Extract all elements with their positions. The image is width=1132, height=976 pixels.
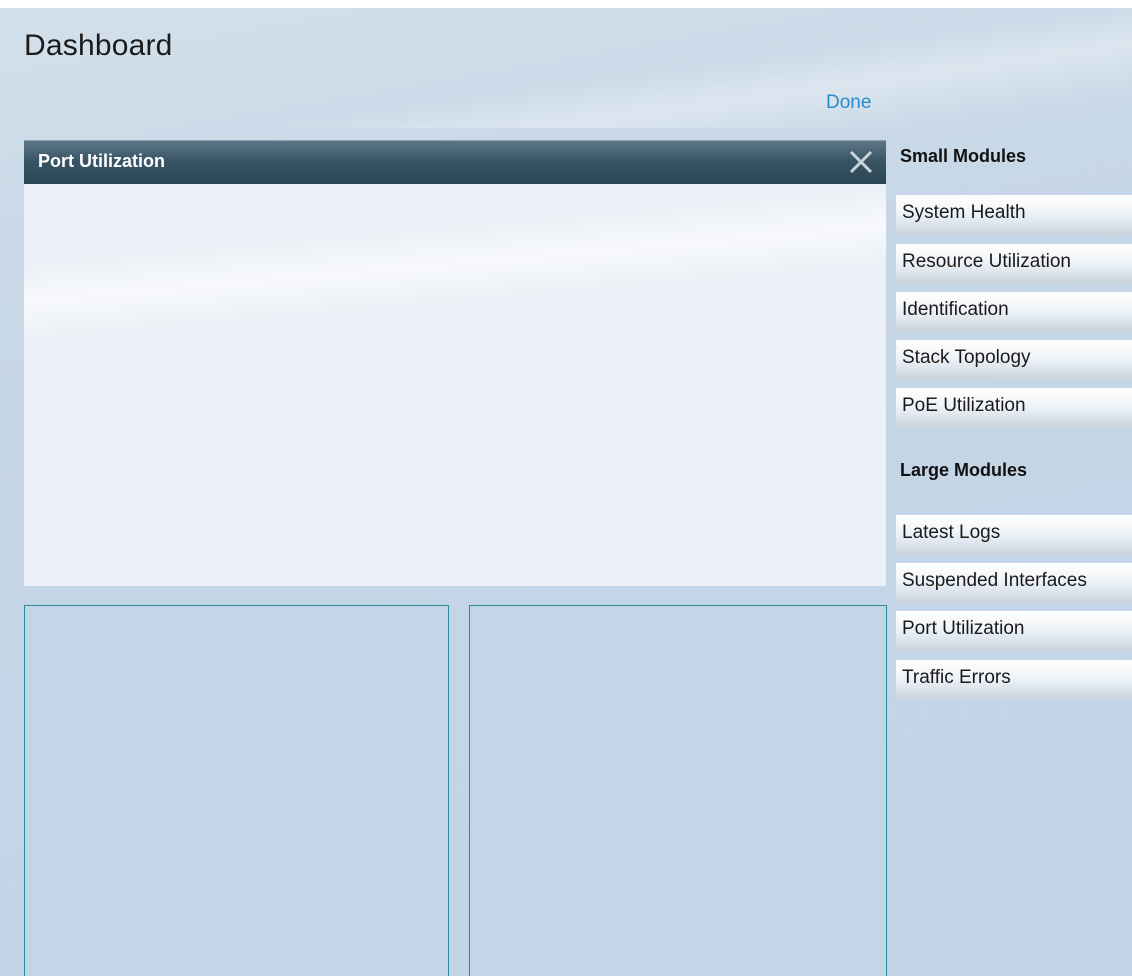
- palette-item-traffic-errors[interactable]: Traffic Errors: [896, 660, 1132, 700]
- top-strip: [0, 0, 1132, 8]
- large-modules-heading: Large Modules: [900, 460, 1028, 480]
- empty-module-slot-left[interactable]: [24, 605, 449, 976]
- close-icon[interactable]: [846, 147, 876, 177]
- small-modules-heading: Small Modules: [900, 146, 1027, 166]
- palette-item-suspended-interfaces[interactable]: Suspended Interfaces: [896, 563, 1132, 603]
- empty-module-slot-right[interactable]: [469, 605, 887, 976]
- palette-item-latest-logs[interactable]: Latest Logs: [896, 515, 1132, 555]
- module-header[interactable]: Port Utilization: [24, 140, 886, 184]
- palette-item-resource-utilization[interactable]: Resource Utilization: [896, 244, 1132, 284]
- palette-item-system-health[interactable]: System Health: [896, 195, 1132, 235]
- palette-item-stack-topology[interactable]: Stack Topology: [896, 340, 1132, 380]
- page-title: Dashboard: [24, 29, 173, 62]
- palette-item-port-utilization[interactable]: Port Utilization: [896, 611, 1132, 651]
- module-body: [24, 184, 886, 344]
- palette-item-identification[interactable]: Identification: [896, 292, 1132, 332]
- background-sheen: [0, 8, 1132, 128]
- port-utilization-module: Port Utilization: [24, 140, 886, 586]
- palette-item-poe-utilization[interactable]: PoE Utilization: [896, 388, 1132, 428]
- done-link[interactable]: Done: [826, 92, 871, 114]
- module-palette: Small Modules System Health Resource Uti…: [896, 140, 1132, 976]
- module-title: Port Utilization: [38, 151, 165, 171]
